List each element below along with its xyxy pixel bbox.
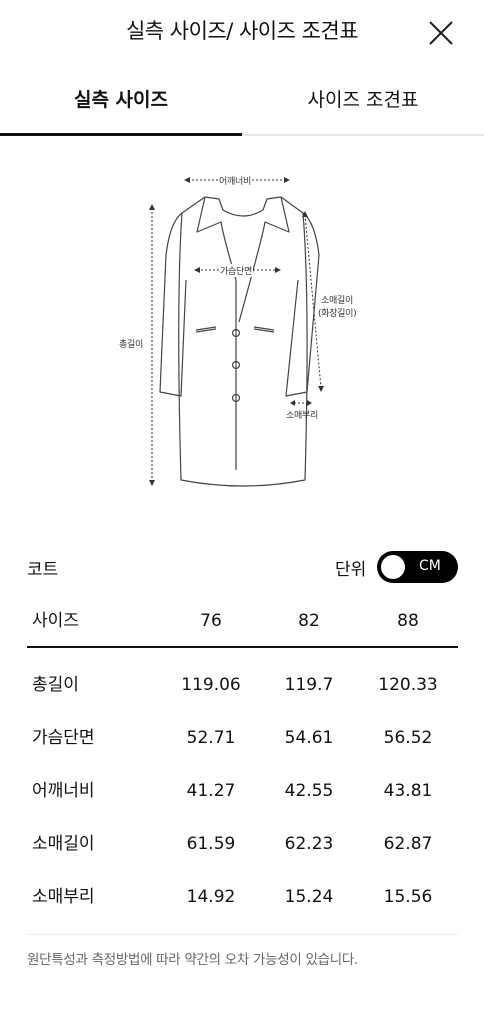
label-total-length: 총길이 [119,340,143,350]
label-sleeve-line2: (화장길이) [318,309,357,319]
table-row: 소매부리 14.92 15.24 15.56 [27,871,458,924]
table-row: 어깨너비 41.27 42.55 43.81 [27,765,458,818]
label-cuff: 소매부리 [286,411,318,421]
coat-illustration [149,177,324,487]
table-row: 소매길이 61.59 62.23 62.87 [27,818,458,871]
table-cell: 120.33 [378,675,438,695]
unit-toggle[interactable]: CM [377,551,458,583]
row-label: 가슴단면 [32,728,95,748]
page-title: 실측 사이즈/ 사이즈 조견표 [125,19,359,43]
unit-label: 단위 [335,560,367,580]
row-label: 총길이 [32,675,79,695]
coat-diagram: 어깨너비 가슴단면 소매길이 (화장길이) 총길이 소매부리 [0,160,484,500]
divider [27,934,458,935]
label-shoulder: 어깨너비 [218,174,252,187]
unit-value: CM [419,558,441,574]
close-button[interactable] [426,18,456,48]
size-table: 사이즈 76 82 88 총길이 119.06 119.7 120.33 가슴단… [27,596,458,924]
close-icon [429,21,453,45]
measurement-notice: 원단특성과 측정방법에 따라 약간의 오차 가능성이 있습니다. [27,952,358,968]
header-cell: 88 [397,611,419,631]
table-row: 가슴단면 52.71 54.61 56.52 [27,712,458,765]
table-header: 사이즈 76 82 88 [27,596,458,648]
table-body: 총길이 119.06 119.7 120.33 가슴단면 52.71 54.61… [27,648,458,924]
table-row: 총길이 119.06 119.7 120.33 [27,659,458,712]
table-cell: 43.81 [383,781,433,801]
header-cell: 사이즈 [32,611,79,631]
active-tab-indicator [0,133,242,136]
tab-size-chart[interactable]: 사이즈 조견표 [242,78,484,134]
toggle-knob [381,555,405,579]
product-category: 코트 [27,560,59,580]
row-label: 어깨너비 [32,781,95,801]
label-sleeve-line1: 소매길이 [321,296,353,306]
table-cell: 15.56 [383,887,433,907]
table-cell: 56.52 [383,728,433,748]
tab-measured-size[interactable]: 실측 사이즈 [0,78,242,134]
label-chest: 가슴단면 [219,264,253,277]
row-label: 소매길이 [32,834,95,854]
tab-bar: 실측 사이즈 사이즈 조견표 [0,78,484,136]
header: 실측 사이즈/ 사이즈 조견표 [0,0,484,64]
row-label: 소매부리 [32,887,95,907]
table-cell: 62.87 [383,834,433,854]
